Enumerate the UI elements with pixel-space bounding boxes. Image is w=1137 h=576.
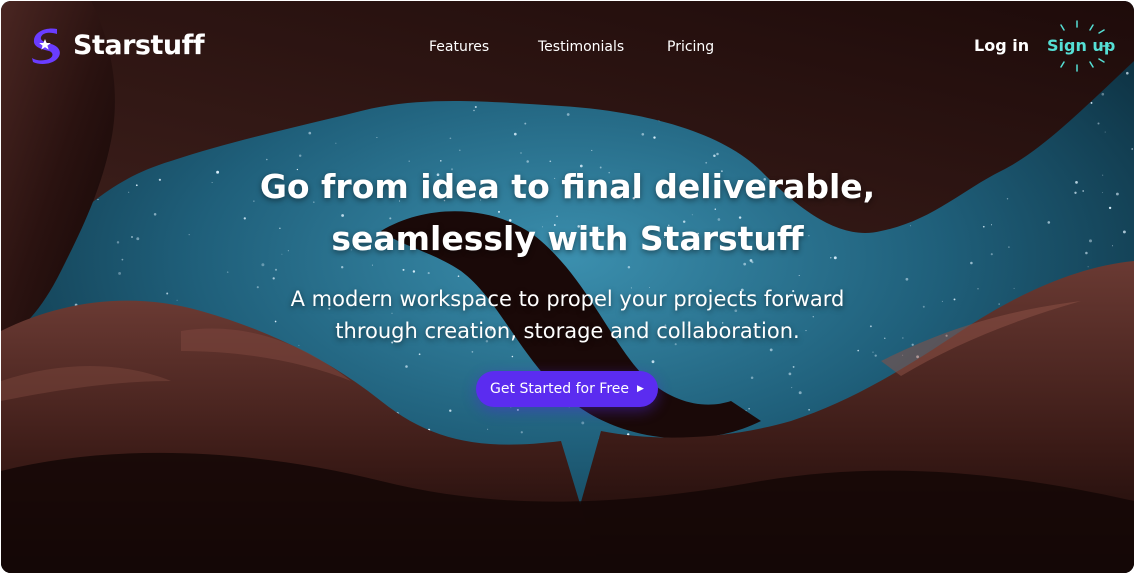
landing-page: Starstuff Features Testimonials Pricing … — [1, 1, 1134, 573]
starstuff-logo-icon — [32, 28, 60, 64]
nav-link-pricing[interactable]: Pricing — [667, 39, 714, 55]
nav-link-features[interactable]: Features — [429, 39, 489, 55]
hero-heading-line-1: Go from idea to final deliverable, — [259, 167, 876, 206]
play-arrow-icon: ▶ — [637, 384, 644, 394]
login-link[interactable]: Log in — [974, 36, 1029, 55]
hero-heading: Go from idea to final deliverable, seaml… — [1, 161, 1134, 265]
brand-logo-link[interactable]: Starstuff — [29, 25, 205, 65]
get-started-button[interactable]: Get Started for Free ▶ — [476, 371, 658, 407]
hero-subheading-line-1: A modern workspace to propel your projec… — [290, 287, 845, 311]
nav-link-testimonials[interactable]: Testimonials — [538, 39, 624, 55]
signup-link[interactable]: Sign up — [1047, 36, 1115, 55]
brand-name: Starstuff — [73, 29, 205, 61]
top-navigation: Starstuff Features Testimonials Pricing … — [1, 1, 1134, 91]
hero-subheading: A modern workspace to propel your projec… — [1, 283, 1134, 347]
hero-subheading-line-2: through creation, storage and collaborat… — [335, 319, 800, 343]
hero-heading-line-2: seamlessly with Starstuff — [331, 219, 804, 258]
get-started-label: Get Started for Free — [490, 381, 630, 397]
